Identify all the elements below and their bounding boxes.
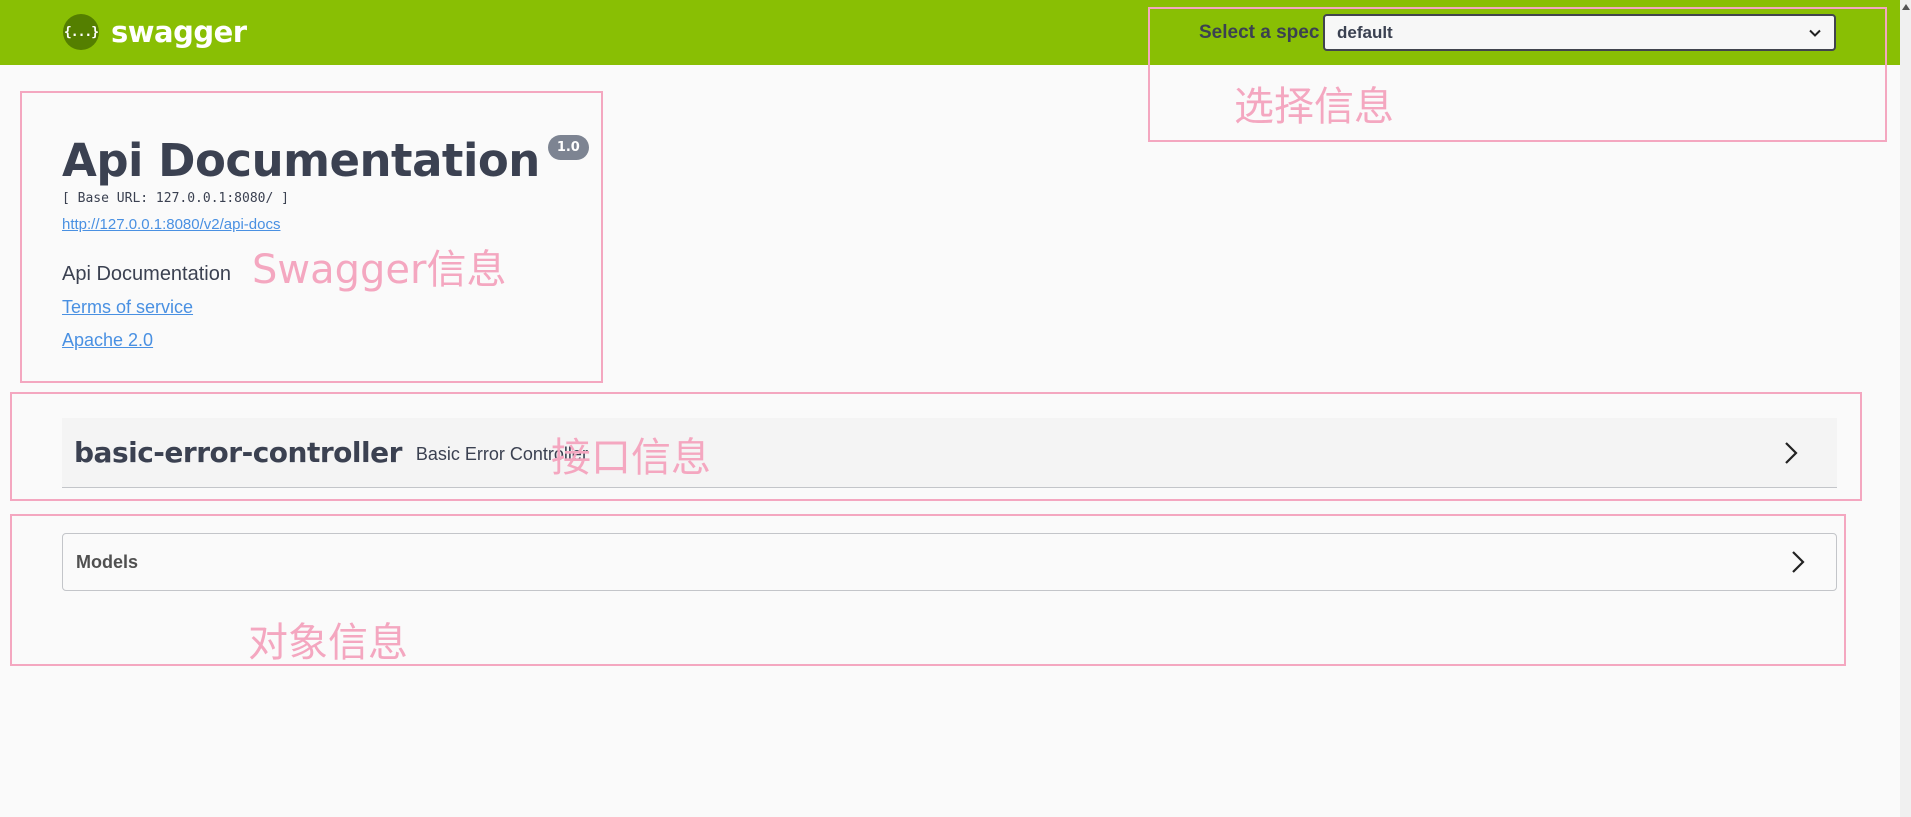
annotation-label-model-info: 对象信息 [248,620,408,666]
annotation-box-api-info [10,392,1862,501]
scroll-up-icon[interactable] [1902,4,1910,10]
annotation-label-swagger-info: Swagger信息 [252,247,507,293]
annotation-label-select-spec: 选择信息 [1234,84,1394,130]
swagger-logo-text: swagger [111,15,247,49]
vertical-scrollbar[interactable] [1900,0,1911,817]
swagger-logo[interactable]: {...} swagger [63,14,247,50]
annotation-label-api-info: 接口信息 [551,435,711,481]
swagger-logo-icon: {...} [63,14,99,50]
